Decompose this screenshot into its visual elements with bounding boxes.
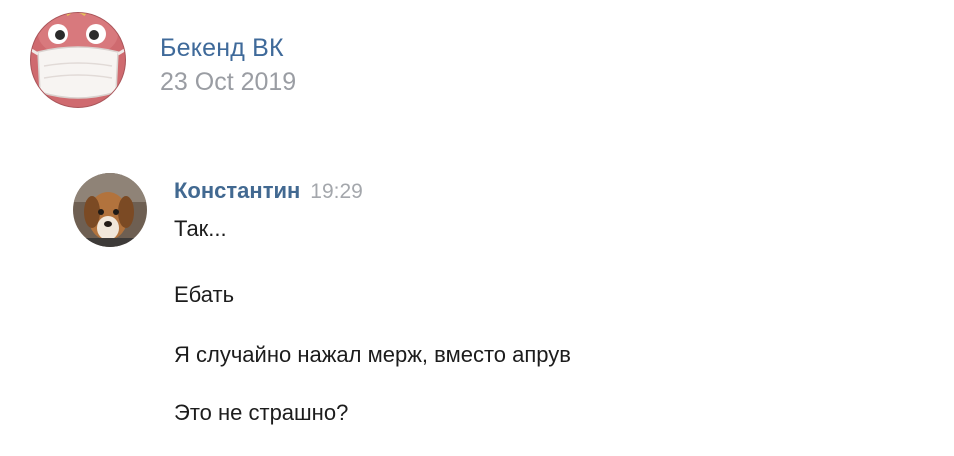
message-line: Так... bbox=[174, 216, 227, 241]
message-line: Я случайно нажал мерж, вместо апрув bbox=[174, 342, 571, 367]
group-avatar-icon[interactable] bbox=[28, 8, 128, 112]
message-line: Это не страшно? bbox=[174, 400, 349, 425]
message-time[interactable]: 19:29 bbox=[310, 180, 363, 203]
post-header: Бекенд ВК 23 Oct 2019 bbox=[28, 8, 628, 118]
author-line: Константин 19:29 bbox=[174, 178, 363, 204]
message-line: Ебать bbox=[174, 282, 235, 307]
author-name-link[interactable]: Константин bbox=[174, 178, 300, 203]
user-avatar-icon[interactable] bbox=[72, 172, 148, 248]
message-block: Константин 19:29 Так... Ебать Я случайно … bbox=[72, 170, 872, 450]
group-name-link[interactable]: Бекенд ВК bbox=[160, 34, 284, 63]
post-date[interactable]: 23 Oct 2019 bbox=[160, 68, 296, 97]
